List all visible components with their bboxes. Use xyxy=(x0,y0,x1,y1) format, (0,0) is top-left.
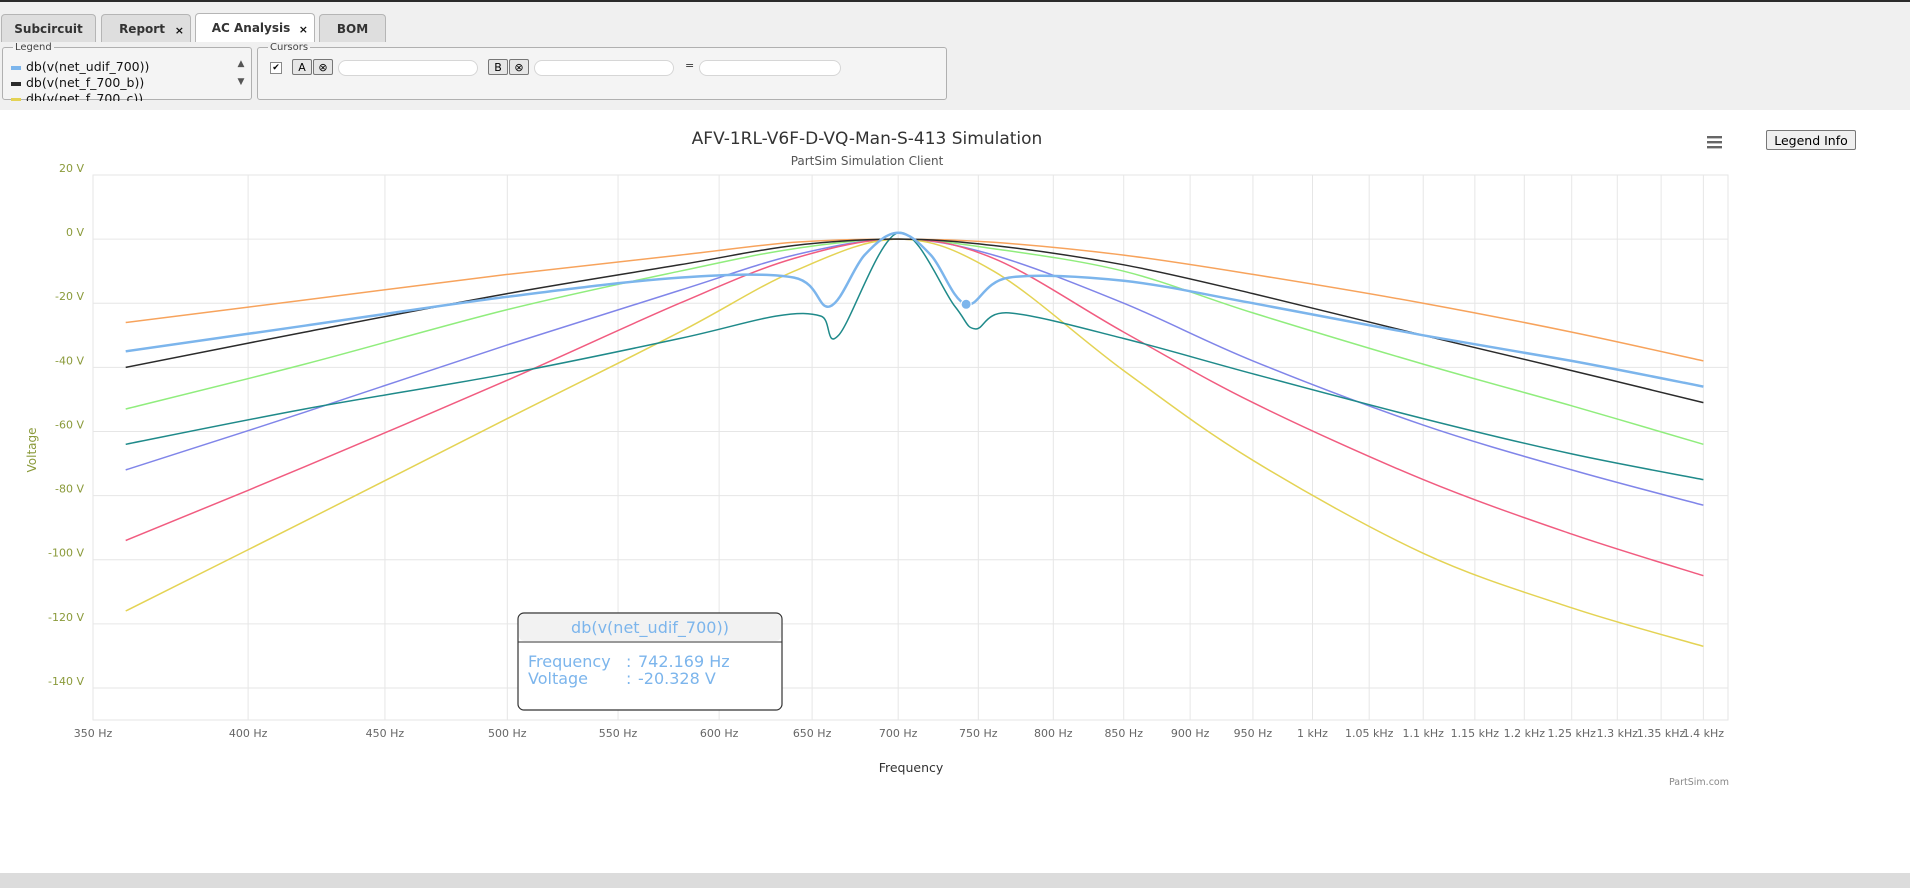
x-tick-label: 600 Hz xyxy=(700,727,739,740)
series-line-5 xyxy=(125,238,1704,506)
tab-subcircuit-label: Subcircuit xyxy=(14,22,83,36)
series-line-6 xyxy=(125,238,1704,577)
x-tick-label: 900 Hz xyxy=(1171,727,1210,740)
cursor-a-value-field[interactable] xyxy=(338,60,478,76)
x-tick-label: 350 Hz xyxy=(74,727,113,740)
tab-ac-analysis[interactable]: AC Analysis × xyxy=(195,13,315,43)
legend-swatch-2 xyxy=(11,97,21,101)
tab-ac-analysis-label: AC Analysis xyxy=(211,21,291,35)
legend-item-label: db(v(net_f_700_c)) xyxy=(26,91,144,101)
x-tick-label: 1.1 kHz xyxy=(1403,727,1445,740)
series-line-1 xyxy=(125,238,1704,404)
cursor-equals-sign: = xyxy=(685,59,695,72)
cursor-b-clear-icon[interactable]: ⊗ xyxy=(509,59,529,75)
tooltip-voltage-label: Voltage xyxy=(528,669,588,688)
credits-link[interactable]: PartSim.com xyxy=(1669,777,1729,788)
tab-report-close-icon[interactable]: × xyxy=(175,24,184,37)
chart-subtitle: PartSim Simulation Client xyxy=(791,154,944,168)
chart-title: AFV-1RL-V6F-D-VQ-Man-S-413 Simulation xyxy=(692,129,1043,149)
cursors-panel: Cursors ✔ A ⊗ B ⊗ = xyxy=(257,42,947,100)
x-tick-label: 450 Hz xyxy=(366,727,405,740)
cursor-enable-checkbox[interactable]: ✔ xyxy=(270,62,282,74)
legend-swatch-0 xyxy=(11,65,21,70)
hamburger-menu-icon[interactable] xyxy=(1700,130,1728,154)
y-tick-label: -60 V xyxy=(55,418,84,431)
x-tick-label: 1 kHz xyxy=(1297,727,1328,740)
x-tick-label: 850 Hz xyxy=(1104,727,1143,740)
tab-ac-analysis-close-icon[interactable]: × xyxy=(299,23,308,36)
y-tick-label: -140 V xyxy=(48,675,84,688)
x-axis-ticks: 350 Hz 400 Hz 450 Hz 500 Hz 550 Hz 600 Hz 650 … xyxy=(74,727,1725,740)
x-tick-label: 950 Hz xyxy=(1234,727,1273,740)
legend-list[interactable]: db(v(net_udif_700)) db(v(net_f_700_b)) d… xyxy=(11,59,241,101)
x-axis-label: Frequency xyxy=(879,760,944,775)
tab-bom-label: BOM xyxy=(336,22,369,36)
tab-bom[interactable]: BOM xyxy=(319,14,386,42)
x-tick-label: 1.15 kHz xyxy=(1451,727,1500,740)
y-tick-label: 0 V xyxy=(66,226,84,239)
x-tick-label: 700 Hz xyxy=(879,727,918,740)
legend-item[interactable]: db(v(net_udif_700)) xyxy=(11,59,241,75)
status-bar xyxy=(0,873,1910,888)
x-tick-label: 1.05 kHz xyxy=(1345,727,1394,740)
y-tick-label: 20 V xyxy=(59,162,84,175)
x-tick-label: 1.4 kHz xyxy=(1683,727,1725,740)
y-tick-label: -20 V xyxy=(55,290,84,303)
y-axis-label: Voltage xyxy=(25,427,39,472)
x-tick-label: 400 Hz xyxy=(229,727,268,740)
y-tick-label: -80 V xyxy=(55,483,84,496)
y-tick-label: -120 V xyxy=(48,611,84,624)
x-tick-label: 1.3 kHz xyxy=(1597,727,1639,740)
legend-item[interactable]: db(v(net_f_700_c)) xyxy=(11,91,241,101)
cursor-b-value-field[interactable] xyxy=(534,60,674,76)
plot-area-border xyxy=(92,174,1729,721)
x-tick-label: 750 Hz xyxy=(959,727,998,740)
cursors-panel-title: Cursors xyxy=(270,42,309,53)
x-tick-label: 650 Hz xyxy=(793,727,832,740)
x-tick-label: 1.25 kHz xyxy=(1548,727,1597,740)
legend-item-label: db(v(net_f_700_b)) xyxy=(26,75,145,90)
legend-panel: Legend db(v(net_udif_700)) db(v(net_f_70… xyxy=(2,42,252,101)
x-tick-label: 800 Hz xyxy=(1034,727,1073,740)
cursor-a-clear-icon[interactable]: ⊗ xyxy=(313,59,333,75)
toolbar-area: Legend db(v(net_udif_700)) db(v(net_f_70… xyxy=(0,42,1910,110)
y-axis-ticks: 20 V 0 V -20 V -40 V -60 V -80 V -100 V -120 V -… xyxy=(48,162,84,688)
legend-panel-title: Legend xyxy=(15,42,52,53)
cursor-b-button[interactable]: B xyxy=(488,59,508,75)
y-tick-label: -100 V xyxy=(48,547,84,560)
legend-swatch-1 xyxy=(11,81,21,86)
hover-marker xyxy=(960,298,972,310)
legend-info-button[interactable]: Legend Info xyxy=(1766,130,1856,150)
tooltip-title: db(v(net_udif_700)) xyxy=(571,618,729,638)
tab-subcircuit[interactable]: Subcircuit xyxy=(1,14,96,42)
tab-report-label: Report xyxy=(119,22,165,36)
series-line-0 xyxy=(125,231,1704,388)
cursor-delta-field[interactable] xyxy=(699,60,841,76)
chart-container: AFV-1RL-V6F-D-VQ-Man-S-413 Simulation Pa… xyxy=(0,120,1735,792)
y-tick-label: -40 V xyxy=(55,354,84,367)
x-tick-label: 1.2 kHz xyxy=(1504,727,1546,740)
cursor-a-button[interactable]: A xyxy=(292,59,312,75)
chart-grid xyxy=(92,174,1729,721)
ac-analysis-chart[interactable]: AFV-1RL-V6F-D-VQ-Man-S-413 Simulation Pa… xyxy=(0,120,1735,792)
tab-bar: Subcircuit Report × AC Analysis × BOM xyxy=(0,2,1910,43)
chart-series xyxy=(125,231,1704,648)
x-tick-label: 550 Hz xyxy=(599,727,638,740)
tooltip-colon: : xyxy=(626,669,631,688)
tooltip: db(v(net_udif_700)) Frequency : 742.169 … xyxy=(517,612,783,711)
x-tick-label: 1.35 kHz xyxy=(1637,727,1686,740)
chart-marker-layer xyxy=(960,298,972,310)
legend-item[interactable]: db(v(net_f_700_b)) xyxy=(11,75,241,91)
scroll-down-icon[interactable]: ▼ xyxy=(235,77,247,87)
legend-item-label: db(v(net_udif_700)) xyxy=(26,59,150,74)
scroll-up-icon[interactable]: ▲ xyxy=(235,59,247,69)
legend-scrollbar[interactable]: ▲ ▼ xyxy=(235,59,247,97)
x-tick-label: 500 Hz xyxy=(488,727,527,740)
tab-report[interactable]: Report × xyxy=(101,14,191,42)
tooltip-voltage-value: -20.328 V xyxy=(638,669,716,688)
